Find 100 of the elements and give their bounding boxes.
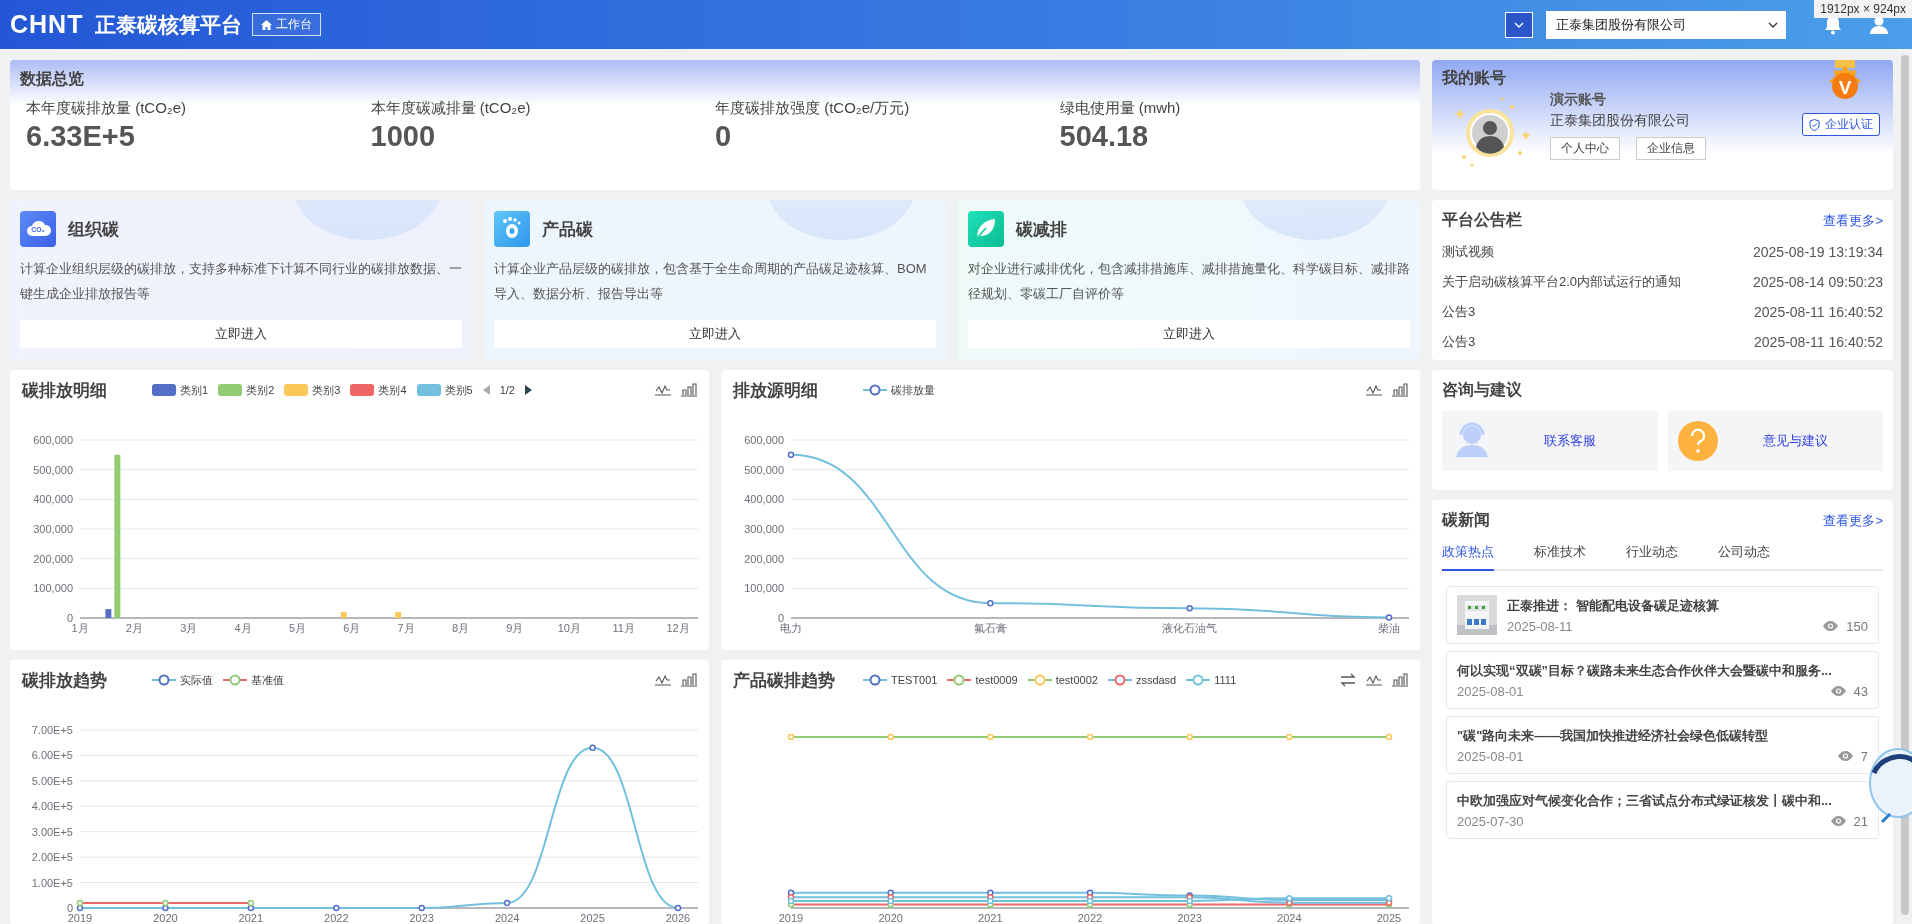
axis-label: 0 [66,902,73,914]
metric-label: 本年度碳排放量 (tCO₂e) [26,99,187,118]
news-date: 2025-08-11 [1507,618,1573,634]
axis-label: 2023 [1177,912,1202,924]
axis-label: 7.00E+5 [31,724,73,736]
news-date: 2025-08-01 [1457,748,1524,764]
axis-label: 5.00E+5 [31,774,73,787]
axis-label: 100,000 [33,582,73,595]
axis-label: 柴油 [1378,622,1400,634]
axis-label: 7月 [397,622,415,634]
module-description: 计算企业产品层级的碳排放，包含基于全生命周期的产品碳足迹核算、BOM导入、数据分析、报告导出等 [494,260,928,303]
account-name: 演示账号 [1550,91,1607,109]
news-title: 中欧加强应对气候变化合作；三省试点分布式绿证核发丨碳中和... [1457,791,1833,810]
notice-title: 公告3 [1442,333,1476,351]
axis-label: 400,000 [744,493,784,506]
chart-title: 产品碳排趋势 [733,669,836,692]
axis-label: 氟石膏 [973,622,1007,634]
notice-title: 关于启动碳核算平台2.0内部试运行的通知 [1442,273,1682,291]
metric-value: 0 [715,120,733,153]
axis-label: 2019 [67,912,93,924]
news-date: 2025-07-30 [1457,813,1524,829]
axis-label: 300,000 [33,523,73,535]
size-label: 1912px × 924px [1814,0,1912,18]
axis-label: 2021 [238,912,264,924]
metric-label: 绿电使用量 (mwh) [1059,99,1182,118]
card-title: 我的账号 [1442,68,1506,88]
axis-label: 2026 [665,912,691,924]
module-title: 组织碳 [68,218,119,241]
axis-label: 6.00E+5 [31,749,73,762]
axis-label: 2月 [125,622,143,634]
axis-label: 300,000 [744,523,784,535]
axis-label: 8月 [452,622,470,634]
axis-label: 4.00E+5 [31,800,73,813]
axis-label: 500,000 [744,463,784,476]
axis-label: 3.00E+5 [31,825,73,838]
metric-value: 504.18 [1059,120,1150,153]
chart-title: 碳排放明细 [22,379,108,402]
axis-label: 2022 [1077,912,1103,924]
page-indicator: 1/2 [499,384,515,396]
axis-label: 400,000 [33,493,73,506]
notice-title: 公告3 [1442,303,1476,321]
card-title: 碳新闻 [1442,510,1490,530]
axis-label: 5月 [288,622,306,634]
notice-time: 2025-08-11 16:40:52 [1754,334,1883,350]
medal-letter: V [1838,77,1852,99]
chart-title: 排放源明细 [733,379,819,402]
news-date: 2025-08-01 [1457,683,1524,699]
axis-label: 0 [66,612,73,624]
metric-label: 年度碳排放强度 (tCO₂e/万元) [715,99,911,118]
axis-label: 2025 [1376,912,1402,924]
news-title: "碳"路向未来——我国加快推进经济社会绿色低碳转型 [1457,726,1770,745]
axis-label: 2021 [978,912,1003,924]
axis-label: 2020 [878,912,903,924]
axis-label: 2.00E+5 [31,851,73,864]
view-count: 21 [1853,813,1868,829]
axis-label: 12月 [666,622,690,634]
axis-label: 1月 [71,622,89,634]
card-title: 数据总览 [19,69,85,89]
axis-label: 2025 [580,912,605,924]
axis-label: 2024 [494,912,520,924]
axis-label: 11月 [612,622,635,634]
axis-label: 液化石油气 [1162,622,1218,634]
axis-label: 200,000 [33,552,73,565]
module-description: 计算企业组织层级的碳排放，支持多种标准下计算不同行业的碳排放数据、一键生成企业排放报告等 [20,260,462,303]
notice-time: 2025-08-11 16:40:52 [1754,304,1883,320]
metric-label: 本年度碳减排量 (tCO₂e) [370,99,532,118]
axis-label: 2020 [153,912,178,924]
logo: CHNT [10,10,84,39]
news-title: 正泰推进： 智能配电设备碳足迹核算 [1507,596,1720,615]
axis-label: 1.00E+5 [31,876,73,889]
chart-title: 碳排放趋势 [22,669,108,692]
module-title: 产品碳 [542,218,593,241]
axis-label: 100,000 [744,582,784,595]
axis-label: 2024 [1277,912,1302,924]
module-title: 碳减排 [1016,218,1067,241]
company-name: 正泰集团股份有限公司 [1550,112,1691,130]
notice-time: 2025-08-19 13:19:34 [1753,244,1883,260]
axis-label: 2023 [409,912,434,924]
notice-title: 测试视频 [1442,243,1494,261]
metric-value: 1000 [370,120,436,153]
notice-time: 2025-08-14 09:50:23 [1753,274,1883,290]
axis-label: 600,000 [33,434,73,446]
axis-label: 2019 [778,912,804,924]
card-title: 咨询与建议 [1442,380,1523,400]
axis-label: 4月 [234,622,252,634]
axis-label: 200,000 [744,552,784,565]
axis-label: 电力 [780,622,802,634]
axis-label: 600,000 [744,434,784,446]
axis-label: 6月 [343,622,361,634]
metric-value: 6.33E+5 [26,120,136,153]
view-count: 7 [1860,748,1868,764]
axis-label: 3月 [180,622,198,634]
card-title: 平台公告栏 [1442,210,1522,230]
axis-label: 9月 [506,622,524,634]
axis-label: 10月 [557,622,581,634]
view-count: 43 [1853,683,1868,699]
module-description: 对企业进行减排优化，包含减排措施库、减排措施量化、科学碳目标、减排路径规划、零碳工厂自评价等 [968,260,1410,303]
news-title: 何以实现“双碳”目标？碳路未来生态合作伙伴大会暨碳中和服务... [1457,661,1833,680]
app-title: 正泰碳核算平台 [95,11,243,38]
axis-label: 2022 [324,912,349,924]
